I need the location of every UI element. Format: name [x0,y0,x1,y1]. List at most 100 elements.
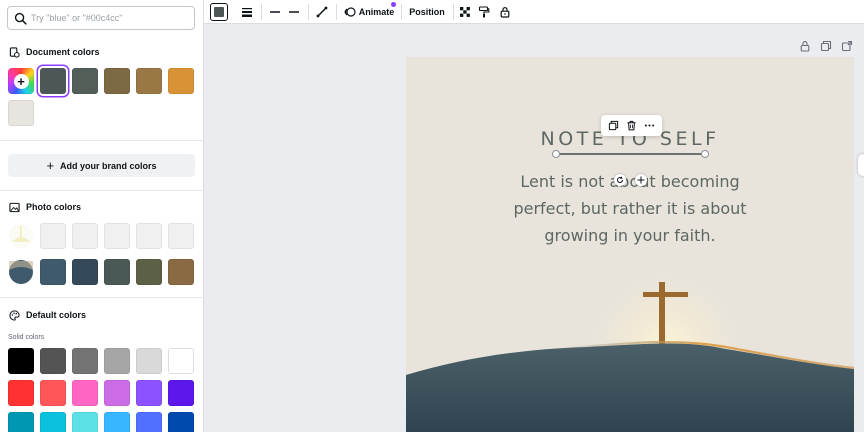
default-color-swatch[interactable] [136,348,162,374]
default-color-swatch[interactable] [8,348,34,374]
line-type-button[interactable] [314,3,330,21]
element-context-menu [601,115,662,136]
diagonal-line-icon [316,6,328,18]
toolbar-divider [336,4,337,20]
line-start-button[interactable] [267,3,283,21]
default-color-swatch[interactable] [8,412,34,432]
document-color-swatch[interactable] [8,100,34,126]
default-color-swatch[interactable] [168,348,194,374]
duplicate-page-icon[interactable] [820,40,832,52]
position-button[interactable]: Position [407,3,447,21]
animate-button[interactable]: Animate [343,3,395,21]
copy-style-button[interactable] [477,3,491,21]
photo-thumbnail[interactable] [8,223,34,249]
document-color-swatch[interactable] [40,68,66,94]
photo-color-swatch[interactable] [168,259,194,285]
animate-icon [344,7,356,17]
default-color-swatch[interactable] [8,380,34,406]
default-color-swatch[interactable] [168,380,194,406]
palette-icon [9,309,20,321]
photo-color-swatch[interactable] [168,223,194,249]
color-panel: Document colors + + Add your brand color… [0,0,204,432]
default-color-swatch[interactable] [72,380,98,406]
move-icon [637,176,645,184]
add-color-button[interactable]: + [8,68,34,94]
animate-label: Animate [358,7,395,17]
color-search-box[interactable] [7,6,195,30]
body-text-line: perfect, but rather it is about [513,199,747,218]
add-brand-colors-label: Add your brand colors [60,160,157,171]
photo-color-swatch[interactable] [136,223,162,249]
duplicate-icon [609,120,619,131]
photo-color-swatch[interactable] [72,259,98,285]
default-color-swatch[interactable] [136,380,162,406]
default-color-swatch[interactable] [104,380,130,406]
document-color-swatch[interactable] [136,68,162,94]
rotate-handle[interactable] [614,174,626,186]
photo-color-swatch[interactable] [72,223,98,249]
photo-color-swatch[interactable] [40,259,66,285]
add-page-icon[interactable] [841,40,853,52]
document-colors-header: Document colors [9,45,100,59]
paint-roller-icon [478,6,490,18]
default-color-swatch[interactable] [40,380,66,406]
section-divider [0,140,203,141]
default-color-swatch[interactable] [40,348,66,374]
page-side-handle[interactable] [858,154,864,176]
delete-element-button[interactable] [624,119,638,133]
photo-color-swatch[interactable] [136,259,162,285]
solid-colors-label: Solid colors [8,334,45,341]
more-options-button[interactable] [642,119,656,133]
position-label: Position [409,7,445,17]
document-color-swatch[interactable] [72,68,98,94]
section-divider [0,190,203,191]
lock-page-icon[interactable] [799,40,811,52]
lock-icon [500,7,510,18]
move-handle[interactable] [635,174,647,186]
palette-document-icon [9,46,20,58]
section-divider [0,297,203,298]
more-icon [644,124,654,127]
photo-color-swatch[interactable] [104,259,130,285]
photo-color-swatch[interactable] [40,223,66,249]
line-weight-button[interactable] [239,3,255,21]
default-color-swatch[interactable] [104,412,130,432]
default-color-swatch[interactable] [40,412,66,432]
selected-line-element[interactable] [556,153,705,155]
document-color-swatch[interactable] [104,68,130,94]
transparency-button[interactable] [458,3,472,21]
default-color-swatch[interactable] [136,412,162,432]
photo-colors-header: Photo colors [9,200,81,214]
line-start-icon [270,11,280,13]
fill-color-button[interactable] [210,3,228,21]
document-colors-title: Document colors [26,47,100,57]
photo-thumbnail[interactable] [8,259,34,285]
document-color-swatch[interactable] [168,68,194,94]
design-page[interactable]: NOTE TO SELF Lent is not about becoming … [406,57,854,432]
toolbar-divider [401,4,402,20]
default-color-swatch[interactable] [72,348,98,374]
toolbar-divider [453,4,454,20]
body-text-box[interactable]: Lent is not about becoming perfect, but … [470,168,790,249]
transparency-icon [460,7,470,17]
line-endpoint-handle[interactable] [552,150,560,158]
lock-button[interactable] [498,3,512,21]
line-weight-icon [242,8,252,17]
fill-color-preview [214,7,224,17]
default-color-swatch[interactable] [168,412,194,432]
default-color-swatch[interactable] [72,412,98,432]
duplicate-element-button[interactable] [607,119,621,133]
line-end-icon [289,11,299,13]
default-colors-header: Default colors [9,308,86,322]
line-end-button[interactable] [286,3,302,21]
color-search-input[interactable] [31,10,191,26]
line-endpoint-handle[interactable] [701,150,709,158]
add-brand-colors-button[interactable]: + Add your brand colors [8,154,195,177]
body-text-line: Lent is not about becoming [520,172,740,191]
search-icon [14,12,27,25]
photo-color-swatch[interactable] [104,223,130,249]
default-color-swatch[interactable] [104,348,130,374]
photo-colors-title: Photo colors [26,202,82,212]
default-colors-title: Default colors [26,310,87,320]
body-text-line: growing in your faith. [544,226,716,245]
